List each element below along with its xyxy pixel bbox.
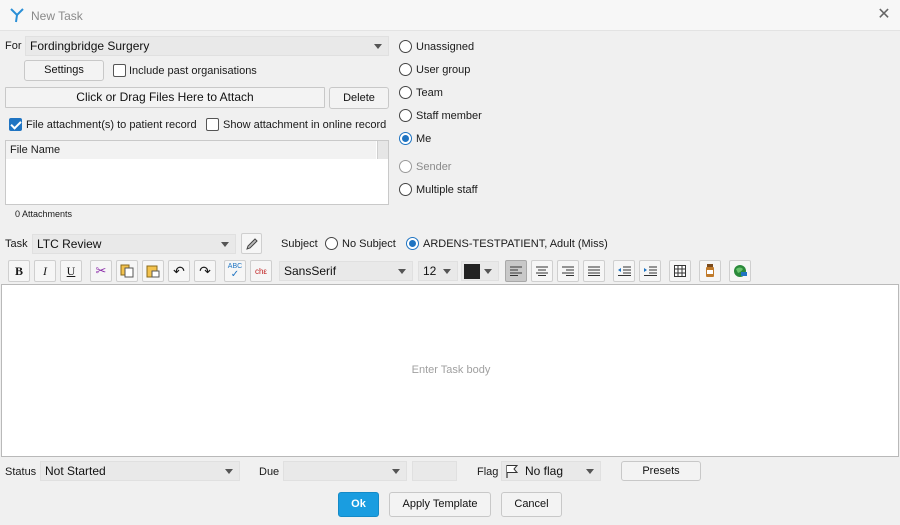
show-online-label: Show attachment in online record <box>223 119 387 131</box>
chevron-down-icon <box>586 469 594 474</box>
for-organisation-value: Fordingbridge Surgery <box>30 39 150 53</box>
assign-user-group-radio[interactable] <box>399 63 412 76</box>
undo-icon[interactable]: ↶ <box>168 260 190 282</box>
font-size-value: 12 <box>423 264 437 278</box>
due-date-dropdown[interactable] <box>283 461 407 481</box>
status-dropdown[interactable]: Not Started <box>40 461 240 481</box>
assign-user-group-label: User group <box>416 64 471 76</box>
task-type-value: LTC Review <box>37 237 102 251</box>
indent-icon[interactable] <box>639 260 661 282</box>
attach-files-button[interactable]: Click or Drag Files Here to Attach <box>5 87 325 108</box>
attachments-list[interactable]: File Name <box>5 140 389 205</box>
flag-dropdown[interactable]: No flag <box>501 461 601 481</box>
assign-staff-member-label: Staff member <box>416 110 482 122</box>
font-family-dropdown[interactable]: SansSerif <box>279 261 413 281</box>
task-type-dropdown[interactable]: LTC Review <box>32 234 236 254</box>
grammar-check-icon[interactable]: chε <box>250 260 272 282</box>
chevron-down-icon <box>374 44 382 49</box>
assign-team-radio[interactable] <box>399 86 412 99</box>
patient-subject-radio[interactable] <box>406 237 419 250</box>
italic-button[interactable]: I <box>34 260 56 282</box>
bold-button[interactable]: B <box>8 260 30 282</box>
align-center-icon[interactable] <box>531 260 553 282</box>
chevron-down-icon <box>443 269 451 274</box>
globe-link-icon[interactable] <box>729 260 751 282</box>
due-time-field[interactable] <box>412 461 457 481</box>
spellcheck-icon[interactable]: ABC ✓ <box>224 260 246 282</box>
chevron-down-icon <box>484 269 492 274</box>
title-bar: New Task ✕ <box>0 0 900 31</box>
assign-me-label: Me <box>416 133 432 145</box>
chevron-down-icon <box>225 469 233 474</box>
flag-label: Flag <box>477 466 499 478</box>
align-justify-icon[interactable] <box>583 260 605 282</box>
attachment-count: 0 Attachments <box>15 209 73 219</box>
due-label: Due <box>259 466 280 478</box>
assign-sender-label: Sender <box>416 161 452 173</box>
underline-button[interactable]: U <box>60 260 82 282</box>
assign-multiple-staff-label: Multiple staff <box>416 184 478 196</box>
assign-multiple-staff-radio[interactable] <box>399 183 412 196</box>
assign-unassigned-label: Unassigned <box>416 41 475 53</box>
chevron-down-icon <box>392 469 400 474</box>
presets-button[interactable]: Presets <box>621 461 701 481</box>
text-color-dropdown[interactable] <box>461 261 499 281</box>
list-scrollbar[interactable] <box>377 141 388 159</box>
chevron-down-icon <box>221 242 229 247</box>
copy-icon[interactable] <box>116 260 138 282</box>
for-organisation-dropdown[interactable]: Fordingbridge Surgery <box>25 36 389 56</box>
include-past-label: Include past organisations <box>129 65 257 77</box>
show-online-checkbox[interactable] <box>206 118 219 131</box>
app-logo-icon <box>10 8 24 23</box>
flag-value: No flag <box>525 464 564 478</box>
redo-icon[interactable]: ↷ <box>194 260 216 282</box>
status-value: Not Started <box>45 464 106 478</box>
subject-label: Subject <box>281 238 318 250</box>
medication-icon[interactable] <box>699 260 721 282</box>
task-body-editor[interactable]: Enter Task body <box>1 284 899 457</box>
file-to-record-checkbox[interactable] <box>9 118 22 131</box>
font-family-value: SansSerif <box>284 264 337 278</box>
flag-icon <box>506 465 519 478</box>
task-body-placeholder: Enter Task body <box>411 364 491 376</box>
cancel-button[interactable]: Cancel <box>501 492 562 517</box>
column-header-file-name[interactable]: File Name <box>6 141 376 159</box>
font-size-dropdown[interactable]: 12 <box>418 261 458 281</box>
for-label: For <box>5 40 22 52</box>
status-label: Status <box>5 466 37 478</box>
assign-staff-member-radio[interactable] <box>399 109 412 122</box>
align-right-icon[interactable] <box>557 260 579 282</box>
text-color-swatch <box>464 264 480 279</box>
delete-attachment-button[interactable]: Delete <box>329 87 389 109</box>
table-icon[interactable] <box>669 260 691 282</box>
close-icon[interactable]: ✕ <box>872 4 896 26</box>
assign-team-label: Team <box>416 87 443 99</box>
assign-sender-radio <box>399 160 412 173</box>
assign-unassigned-radio[interactable] <box>399 40 412 53</box>
no-subject-radio[interactable] <box>325 237 338 250</box>
no-subject-label: No Subject <box>342 238 396 250</box>
ok-button[interactable]: Ok <box>338 492 379 517</box>
paste-icon[interactable] <box>142 260 164 282</box>
cut-icon[interactable]: ✂ <box>90 260 112 282</box>
task-label: Task <box>5 238 28 250</box>
apply-template-button[interactable]: Apply Template <box>389 492 491 517</box>
chevron-down-icon <box>398 269 406 274</box>
include-past-checkbox[interactable] <box>113 64 126 77</box>
outdent-icon[interactable] <box>613 260 635 282</box>
file-to-record-label: File attachment(s) to patient record <box>26 119 197 131</box>
assign-me-radio[interactable] <box>399 132 412 145</box>
edit-pencil-icon[interactable] <box>241 233 262 254</box>
settings-button[interactable]: Settings <box>24 60 104 81</box>
patient-subject-label: ARDENS-TESTPATIENT, Adult (Miss) <box>423 238 608 250</box>
window-title: New Task <box>31 9 83 23</box>
align-left-icon[interactable] <box>505 260 527 282</box>
